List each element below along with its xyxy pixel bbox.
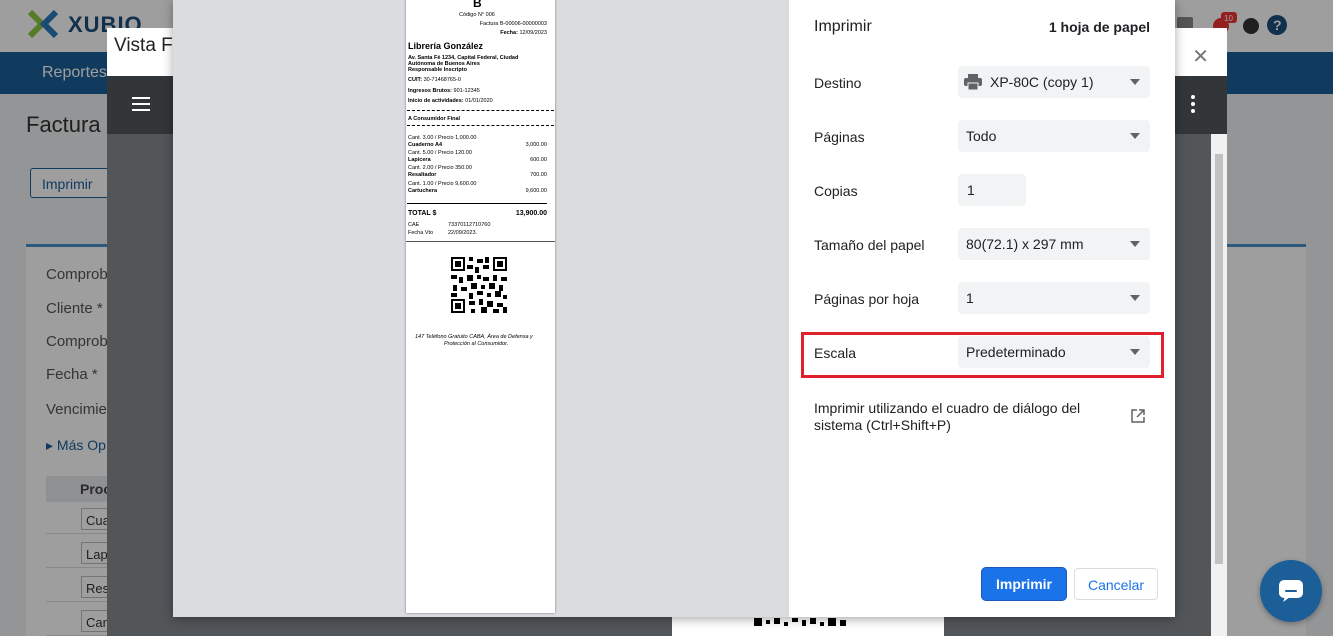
print-button[interactable]: Imprimir <box>982 568 1066 600</box>
receipt-total: 13,900.00 <box>515 210 547 217</box>
receipt-preview: B Código N° 006 Factura B-00006-00000003… <box>406 0 555 613</box>
receipt-footer: Protección al Consumidor. <box>444 341 509 347</box>
receipt-consumer: A Consumidor Final <box>408 116 461 122</box>
chevron-down-icon <box>1130 241 1140 247</box>
print-title: Imprimir <box>814 18 872 35</box>
receipt-vto-label: Fecha Vto <box>408 230 434 236</box>
item-qty: Cant. 2.00 / Precio 350.00 <box>408 165 472 171</box>
destination-value: XP-80C (copy 1) <box>990 74 1094 90</box>
chevron-down-icon <box>1130 133 1140 139</box>
receipt-date: Fecha: 12/09/2023 <box>500 30 547 36</box>
item-qty: Cant. 5.00 / Precio 120.00 <box>408 150 472 156</box>
paper-size-value: 80(72.1) x 297 mm <box>966 236 1084 252</box>
item-name: Lapicera <box>408 157 431 163</box>
divider <box>407 125 554 126</box>
destination-select[interactable]: XP-80C (copy 1) <box>958 66 1150 98</box>
item-total: 600.00 <box>530 157 547 163</box>
item-qty: Cant. 1.00 / Precio 9,600.00 <box>408 181 477 187</box>
chevron-down-icon <box>1130 295 1140 301</box>
receipt-tax-status: Responsable Inscripto <box>408 67 467 73</box>
item-total: 3,000.00 <box>525 142 547 148</box>
receipt-cae-label: CAE <box>408 222 420 228</box>
preview-modal-title: Vista F <box>114 35 173 56</box>
system-dialog-link[interactable]: Imprimir utilizando el cuadro de diálogo… <box>814 400 1114 434</box>
item-qty: Cant. 3.00 / Precio 1,000.00 <box>408 135 477 141</box>
close-icon[interactable]: ✕ <box>1192 44 1209 69</box>
receipt-invoice: Factura B-00006-00000003 <box>479 21 547 27</box>
scale-label: Escala <box>814 345 857 361</box>
copies-input[interactable]: 1 <box>958 174 1026 206</box>
receipt-total-label: TOTAL $ <box>408 210 437 217</box>
receipt-footer: 147 Teléfono Gratuito CABA, Área de Defe… <box>415 334 533 340</box>
copies-label: Copias <box>814 183 858 199</box>
divider <box>407 110 554 111</box>
item-name: Resaltador <box>408 172 437 178</box>
scrollbar-thumb[interactable] <box>1215 154 1223 564</box>
qr-code-icon <box>451 257 507 313</box>
receipt-letter: B <box>473 0 482 10</box>
chevron-down-icon <box>1130 79 1140 85</box>
receipt-code: Código N° 006 <box>459 12 495 18</box>
divider <box>406 241 555 242</box>
receipt-business-name: Librería González <box>408 41 484 51</box>
sheet-count: 1 hoja de papel <box>1048 19 1150 35</box>
receipt-cuit: CUIT: 30-71468765-0 <box>408 77 461 83</box>
item-name: Cuaderno A4 <box>408 142 443 148</box>
receipt-vto: 22/09/2023. <box>448 230 478 236</box>
menu-icon[interactable] <box>131 94 151 114</box>
receipt-ib: Ingresos Brutos: 901-12345 <box>408 88 480 94</box>
item-name: Cartuchera <box>408 188 438 194</box>
cancel-button[interactable]: Cancelar <box>1074 568 1158 600</box>
paper-size-select[interactable]: 80(72.1) x 297 mm <box>958 228 1150 260</box>
open-in-new-icon[interactable] <box>1131 409 1145 423</box>
qr-code-icon <box>752 616 852 636</box>
item-total: 9,600.00 <box>525 188 547 194</box>
pages-value: Todo <box>966 128 997 144</box>
destination-label: Destino <box>814 75 862 91</box>
pages-per-sheet-select[interactable]: 1 <box>958 282 1150 314</box>
more-vert-icon[interactable] <box>1189 94 1197 114</box>
print-settings-panel: Imprimir 1 hoja de papel Destino XP-80C … <box>789 0 1175 617</box>
pages-label: Páginas <box>814 129 865 145</box>
chat-button[interactable] <box>1260 560 1322 622</box>
receipt-cae: 73370112710760 <box>448 222 491 228</box>
scrollbar[interactable] <box>1211 134 1227 636</box>
scale-select[interactable]: Predeterminado <box>958 336 1150 368</box>
receipt-start: Inicio de actividades: 01/01/2020 <box>408 98 493 104</box>
print-preview-area: B Código N° 006 Factura B-00006-00000003… <box>173 0 789 617</box>
pages-select[interactable]: Todo <box>958 120 1150 152</box>
scale-value: Predeterminado <box>966 344 1066 360</box>
print-dialog: B Código N° 006 Factura B-00006-00000003… <box>173 0 1175 617</box>
item-total: 700.00 <box>530 172 547 178</box>
printer-icon <box>964 74 982 90</box>
chat-icon <box>1279 580 1303 602</box>
pages-per-sheet-label: Páginas por hoja <box>814 291 920 307</box>
divider <box>407 203 547 204</box>
pages-per-sheet-value: 1 <box>966 290 974 306</box>
chevron-down-icon <box>1130 349 1140 355</box>
paper-size-label: Tamaño del papel <box>814 237 925 253</box>
